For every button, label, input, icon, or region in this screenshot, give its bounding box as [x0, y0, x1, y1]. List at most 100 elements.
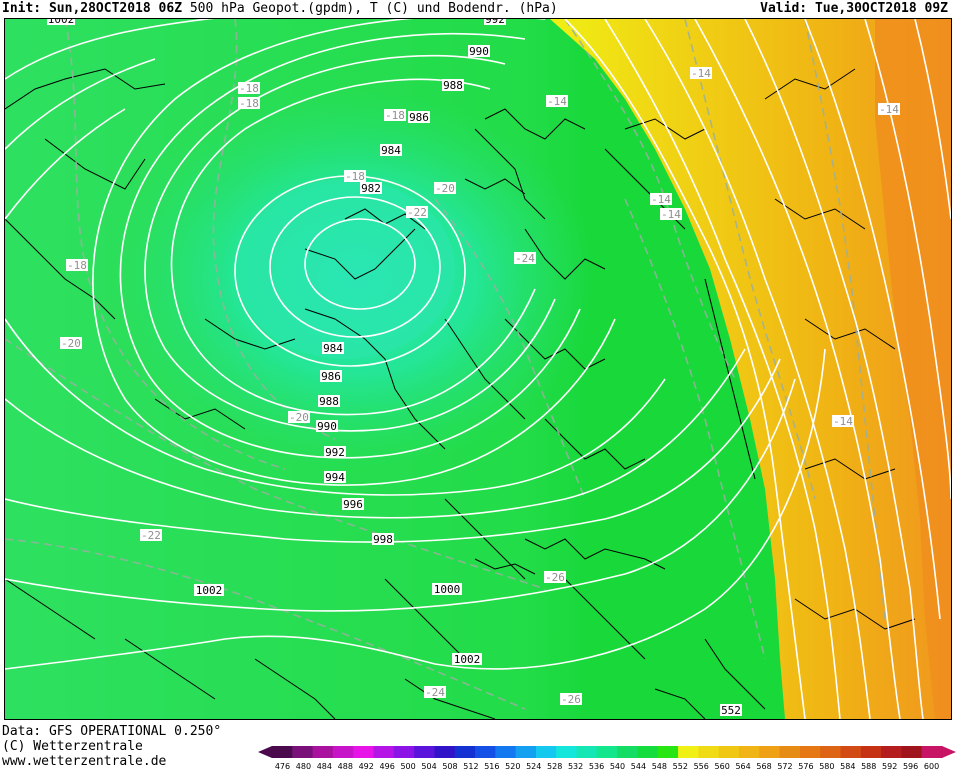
temperature-label: -26: [560, 693, 582, 706]
svg-text:990: 990: [317, 420, 337, 433]
temperature-label: -14: [660, 208, 682, 221]
pressure-label: 990: [468, 45, 490, 58]
legend-tick-label: 588: [861, 762, 876, 770]
color-legend: 476 480 484 488 492 496 500 504 508 512 516 520 524 5…: [258, 746, 956, 770]
svg-text:-18: -18: [239, 97, 259, 110]
legend-tick-label: 492: [359, 762, 374, 770]
svg-text:984: 984: [323, 342, 343, 355]
legend-arrow-left: [258, 746, 272, 758]
temperature-label: -18: [66, 259, 88, 272]
temperature-label: -20: [434, 182, 456, 195]
legend-tick-label: 560: [715, 762, 730, 770]
svg-text:-20: -20: [61, 337, 81, 350]
valid-value: Tue,30OCT2018 09Z: [814, 1, 948, 16]
legend-tick-label: 548: [652, 762, 667, 770]
legend-tick-label: 568: [756, 762, 771, 770]
pressure-label: 988: [318, 395, 340, 408]
legend-swatch: [353, 746, 375, 758]
legend-swatch: [393, 746, 415, 758]
svg-text:998: 998: [373, 533, 393, 546]
temperature-label: -26: [544, 571, 566, 584]
data-source: Data: GFS OPERATIONAL 0.250°: [2, 724, 222, 739]
legend-swatch: [779, 746, 801, 758]
pressure-label: 1000: [432, 583, 462, 596]
temperature-label: -14: [832, 415, 854, 428]
svg-text:1000: 1000: [434, 583, 461, 596]
svg-text:986: 986: [409, 111, 429, 124]
legend-swatch: [840, 746, 862, 758]
pressure-label: 992: [324, 446, 346, 459]
svg-text:-18: -18: [239, 82, 259, 95]
temperature-label: -18: [344, 170, 366, 183]
temperature-label: -14: [690, 67, 712, 80]
legend-swatch: [312, 746, 334, 758]
legend-tick-label: 532: [568, 762, 583, 770]
svg-text:1002: 1002: [48, 19, 75, 26]
pressure-label: 986: [320, 370, 342, 383]
temperature-label: -14: [878, 103, 900, 116]
temperature-label: -18: [384, 109, 406, 122]
svg-text:-20: -20: [435, 182, 455, 195]
legend-tick-label: 580: [819, 762, 834, 770]
legend-tick-label: 488: [338, 762, 353, 770]
svg-text:-14: -14: [691, 67, 711, 80]
legend-swatch: [292, 746, 314, 758]
legend-tick-label: 540: [610, 762, 625, 770]
pressure-label: 984: [322, 342, 344, 355]
map-title: 500 hPa Geopot.(gpdm), T (C) und Bodendr…: [189, 1, 558, 16]
legend-swatch: [759, 746, 781, 758]
copyright: (C) Wetterzentrale: [2, 739, 143, 754]
legend-tick-label: 556: [694, 762, 709, 770]
pressure-label: 998: [372, 533, 394, 546]
init-value: Sun,28OCT2018 06Z: [48, 1, 183, 16]
legend-swatch: [881, 746, 902, 758]
legend-swatch: [718, 746, 740, 758]
legend-swatch: [373, 746, 395, 758]
svg-text:-22: -22: [141, 529, 161, 542]
pressure-label: 988: [442, 79, 464, 92]
legend-swatch: [799, 746, 821, 758]
legend-tick-label: 596: [903, 762, 918, 770]
temperature-label: -20: [288, 411, 310, 424]
legend-swatch: [738, 746, 760, 758]
legend-tick-label: 500: [400, 762, 415, 770]
svg-text:-14: -14: [661, 208, 681, 221]
legend-tick-label: 544: [631, 762, 646, 770]
legend-swatch: [698, 746, 720, 758]
temperature-label: -20: [60, 337, 82, 350]
svg-text:-22: -22: [407, 206, 427, 219]
svg-text:-18: -18: [345, 170, 365, 183]
map-canvas: 1002 992 990 988 986 984 982 984 986 988…: [5, 19, 951, 719]
pressure-label: 992: [484, 19, 506, 26]
svg-text:552: 552: [721, 704, 741, 717]
legend-swatch: [576, 746, 598, 758]
legend-swatch: [901, 746, 923, 758]
legend-swatch: [495, 746, 517, 758]
svg-text:-14: -14: [651, 193, 671, 206]
svg-text:-18: -18: [385, 109, 405, 122]
svg-text:988: 988: [443, 79, 463, 92]
legend-tick-label: 600: [924, 762, 939, 770]
legend-tick-label: 512: [463, 762, 478, 770]
legend-tick-label: 552: [673, 762, 688, 770]
legend-swatch: [657, 746, 679, 758]
legend-swatch: [860, 746, 882, 758]
pressure-label: 982: [360, 182, 382, 195]
legend-swatch: [921, 746, 943, 758]
svg-text:-26: -26: [545, 571, 565, 584]
legend-tick-label: 584: [840, 762, 855, 770]
svg-text:-14: -14: [833, 415, 853, 428]
svg-text:982: 982: [361, 182, 381, 195]
temperature-label: -24: [514, 252, 536, 265]
legend-tick-label: 496: [380, 762, 395, 770]
pressure-label: 1002: [47, 19, 75, 26]
temperature-label: -14: [650, 193, 672, 206]
legend-tick-label: 528: [547, 762, 562, 770]
legend-swatch: [678, 746, 699, 758]
svg-text:1002: 1002: [454, 653, 481, 666]
header-right: Valid: Tue,30OCT2018 09Z: [760, 1, 948, 16]
temperature-label: -18: [238, 82, 260, 95]
svg-text:-18: -18: [67, 259, 87, 272]
svg-text:992: 992: [325, 446, 345, 459]
map-header: Init: Sun,28OCT2018 06Z 500 hPa Geopot.(…: [0, 0, 956, 18]
